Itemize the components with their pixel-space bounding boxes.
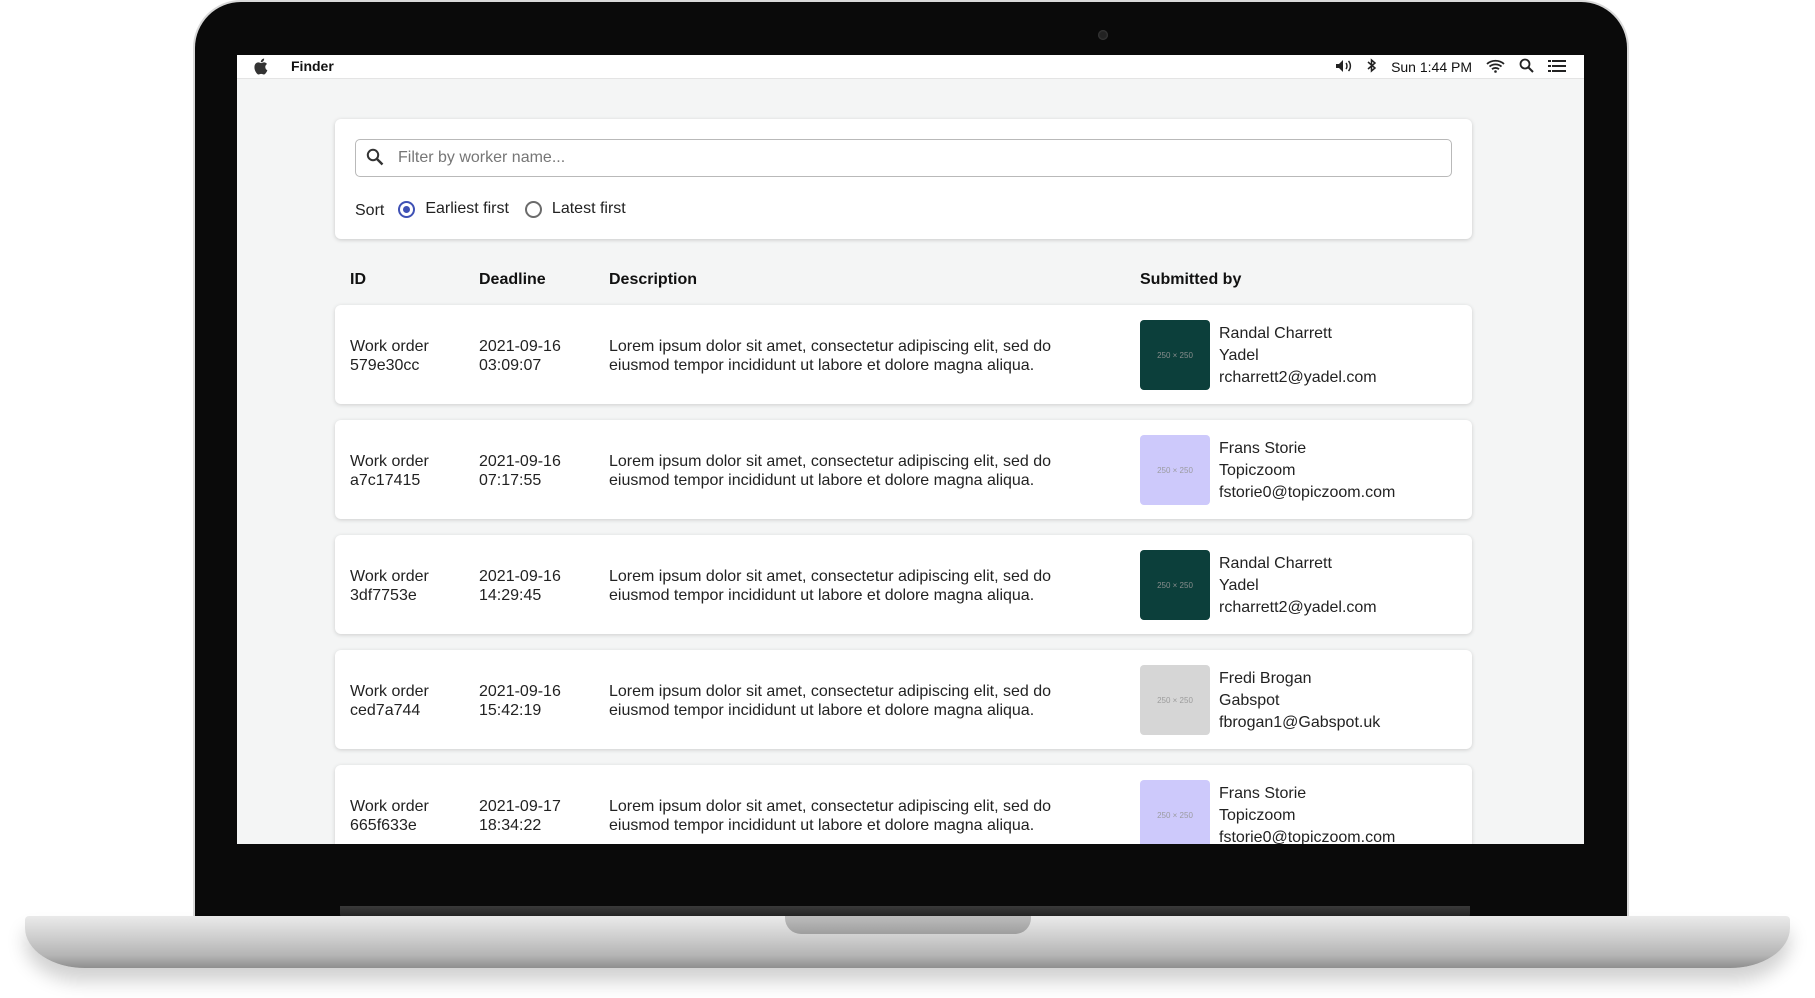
avatar: 250 × 250: [1140, 665, 1210, 735]
work-order-id: Work order 579e30cc: [350, 338, 429, 374]
work-order-list: Work order 579e30cc 2021-09-16 03:09:07 Lo…: [335, 305, 1472, 844]
sort-label: Sort: [355, 202, 385, 219]
search-icon: [366, 148, 384, 171]
filter-card: Sort Earliest first Latest first: [335, 119, 1472, 239]
work-order-id: Work order 3df7753e: [350, 568, 429, 604]
bluetooth-icon[interactable]: [1367, 58, 1377, 76]
submitter-company: Yadel: [1219, 577, 1259, 594]
deadline: 2021-09-16 14:29:45: [479, 568, 561, 604]
worker-filter-input[interactable]: [396, 142, 1440, 174]
work-order-id: Work order a7c17415: [350, 453, 429, 489]
radio-label: Latest first: [551, 200, 626, 217]
deadline: 2021-09-17 18:34:22: [479, 798, 561, 834]
search-icon[interactable]: [1519, 58, 1534, 76]
column-header-submitted-by: Submitted by: [1140, 271, 1242, 288]
deadline: 2021-09-16 15:42:19: [479, 683, 561, 719]
sort-row: Sort Earliest first Latest first: [355, 197, 642, 221]
work-order-id: Work order ced7a744: [350, 683, 429, 719]
submitter-company: Yadel: [1219, 347, 1259, 364]
table-row[interactable]: Work order a7c17415 2021-09-16 07:17:55 Lo…: [335, 420, 1472, 519]
table-row[interactable]: Work order 3df7753e 2021-09-16 14:29:45 Lo…: [335, 535, 1472, 634]
submitter-info: Randal Charrett Yadel rcharrett2@yadel.c…: [1219, 553, 1459, 619]
submitter-name: Fredi Brogan: [1219, 670, 1312, 687]
laptop-notch: [785, 916, 1031, 934]
list-icon[interactable]: [1548, 59, 1566, 76]
submitter-info: Frans Storie Topiczoom fstorie0@topiczoo…: [1219, 438, 1459, 504]
submitter-company: Gabspot: [1219, 692, 1280, 709]
description: Lorem ipsum dolor sit amet, consectetur …: [609, 338, 1051, 374]
camera-icon: [1098, 30, 1108, 40]
app-name[interactable]: Finder: [291, 58, 334, 74]
avatar: 250 × 250: [1140, 320, 1210, 390]
avatar: 250 × 250: [1140, 780, 1210, 844]
submitter-info: Randal Charrett Yadel rcharrett2@yadel.c…: [1219, 323, 1459, 389]
search-box[interactable]: [355, 139, 1452, 177]
table-row[interactable]: Work order 579e30cc 2021-09-16 03:09:07 Lo…: [335, 305, 1472, 404]
wifi-icon[interactable]: [1486, 59, 1505, 76]
submitter-email: fstorie0@topiczoom.com: [1219, 484, 1396, 501]
deadline: 2021-09-16 07:17:55: [479, 453, 561, 489]
work-order-id: Work order 665f633e: [350, 798, 429, 834]
submitter-email: fstorie0@topiczoom.com: [1219, 829, 1396, 844]
description: Lorem ipsum dolor sit amet, consectetur …: [609, 453, 1051, 489]
description: Lorem ipsum dolor sit amet, consectetur …: [609, 683, 1051, 719]
submitter-name: Frans Storie: [1219, 440, 1307, 457]
table-header: ID Deadline Description Submitted by: [335, 271, 1472, 293]
submitter-info: Fredi Brogan Gabspot fbrogan1@Gabspot.uk: [1219, 668, 1459, 734]
description: Lorem ipsum dolor sit amet, consectetur …: [609, 568, 1051, 604]
volume-icon[interactable]: [1335, 59, 1353, 76]
submitter-email: rcharrett2@yadel.com: [1219, 599, 1377, 616]
column-header-description: Description: [609, 271, 698, 288]
submitter-name: Randal Charrett: [1219, 555, 1332, 572]
submitter-company: Topiczoom: [1219, 807, 1296, 824]
table-row[interactable]: Work order ced7a744 2021-09-16 15:42:19 Lo…: [335, 650, 1472, 749]
menu-bar: Finder Sun 1:44 PM: [237, 55, 1584, 79]
radio-unchecked-icon[interactable]: [524, 200, 542, 218]
description: Lorem ipsum dolor sit amet, consectetur …: [609, 798, 1051, 834]
submitter-name: Randal Charrett: [1219, 325, 1332, 342]
screen: Finder Sun 1:44 PM Filter by worker name…: [237, 55, 1584, 844]
radio-label: Earliest first: [425, 200, 509, 217]
avatar: 250 × 250: [1140, 550, 1210, 620]
submitter-email: rcharrett2@yadel.com: [1219, 369, 1377, 386]
radio-checked-icon[interactable]: [398, 200, 416, 218]
submitter-email: fbrogan1@Gabspot.uk: [1219, 714, 1381, 731]
submitter-company: Topiczoom: [1219, 462, 1296, 479]
clock[interactable]: Sun 1:44 PM: [1391, 59, 1472, 75]
submitter-name: Frans Storie: [1219, 785, 1307, 802]
apple-icon[interactable]: [253, 58, 268, 78]
deadline: 2021-09-16 03:09:07: [479, 338, 561, 374]
sort-earliest-first-radio[interactable]: Earliest first: [398, 200, 509, 218]
submitter-info: Frans Storie Topiczoom fstorie0@topiczoo…: [1219, 783, 1459, 844]
column-header-id: ID: [350, 271, 366, 288]
avatar: 250 × 250: [1140, 435, 1210, 505]
sort-latest-first-radio[interactable]: Latest first: [524, 200, 626, 218]
column-header-deadline: Deadline: [479, 271, 546, 288]
table-row[interactable]: Work order 665f633e 2021-09-17 18:34:22 Lo…: [335, 765, 1472, 844]
status-area: Sun 1:44 PM: [1335, 56, 1566, 78]
